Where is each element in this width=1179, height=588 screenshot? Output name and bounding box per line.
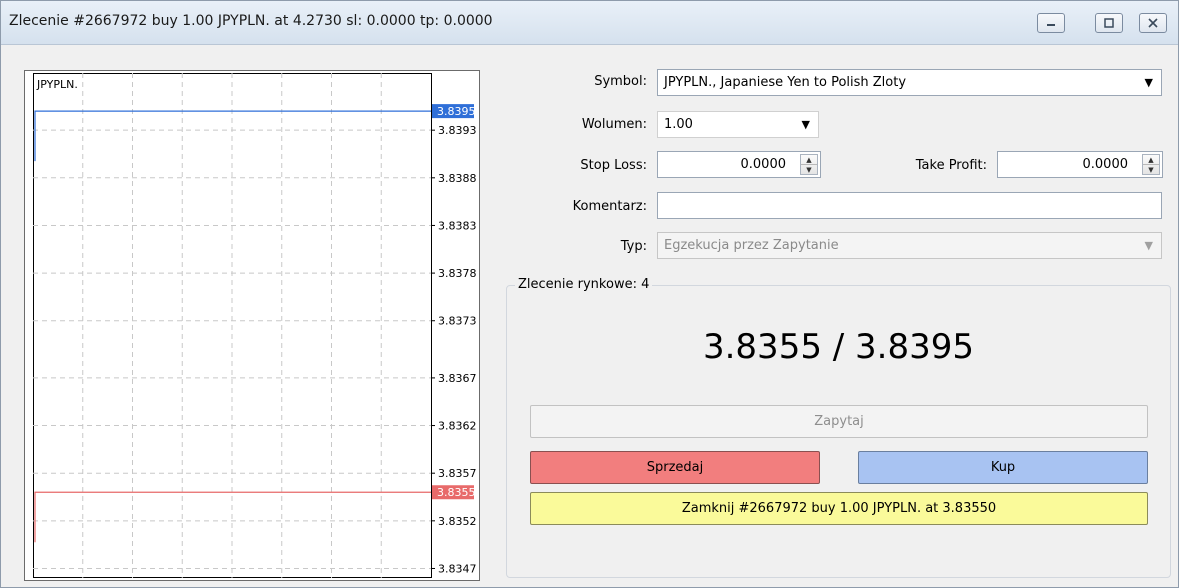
- take-profit-label: Take Profit:: [915, 158, 987, 173]
- close-order-button[interactable]: Zamknij #2667972 buy 1.00 JPYPLN. at 3.8…: [530, 492, 1148, 525]
- symbol-select[interactable]: JPYPLN., Japaniese Yen to Polish Zloty ▼: [657, 69, 1162, 96]
- stop-loss-label: Stop Loss:: [580, 158, 647, 173]
- ask-price-label: 3.8395: [437, 105, 476, 118]
- y-tick-label: 3.8378: [438, 267, 477, 280]
- spin-up-icon[interactable]: ▲: [1143, 155, 1159, 165]
- close-button[interactable]: [1139, 13, 1167, 33]
- comment-label: Komentarz:: [572, 199, 647, 214]
- volume-value: 1.00: [664, 117, 693, 132]
- window-title: Zlecenie #2667972 buy 1.00 JPYPLN. at 4.…: [9, 13, 493, 29]
- y-tick-label: 3.8393: [438, 124, 477, 137]
- comment-field[interactable]: [657, 192, 1162, 219]
- bid-ask-price: 3.8355 / 3.8395: [702, 327, 974, 367]
- stop-loss-field[interactable]: 0.0000 ▲ ▼: [657, 151, 821, 178]
- y-tick-label: 3.8357: [438, 467, 477, 480]
- tick-chart-frame: 3.8393 3.8388 3.8383 3.8378 3.8373 3.8367 3.83…: [24, 70, 480, 581]
- volume-label: Wolumen:: [581, 117, 647, 132]
- y-tick-label: 3.8362: [438, 420, 477, 433]
- symbol-label: Symbol:: [594, 74, 647, 89]
- spin-up-icon[interactable]: ▲: [801, 155, 817, 165]
- chevron-down-icon: ▼: [801, 118, 810, 131]
- close-icon: [1148, 18, 1158, 28]
- minimize-button[interactable]: [1037, 13, 1065, 33]
- type-select[interactable]: Egzekucja przez Zapytanie ▼: [657, 232, 1162, 259]
- buy-button[interactable]: Kup: [858, 451, 1148, 484]
- take-profit-stepper[interactable]: ▲ ▼: [1142, 154, 1160, 175]
- chart-symbol-label: JPYPLN.: [36, 78, 78, 91]
- y-tick-label: 3.8388: [438, 172, 477, 185]
- y-tick-label: 3.8352: [438, 515, 477, 528]
- spin-down-icon[interactable]: ▼: [1143, 165, 1159, 175]
- chevron-down-icon: ▼: [1144, 76, 1153, 89]
- minimize-icon: [1047, 24, 1055, 26]
- spin-down-icon[interactable]: ▼: [801, 165, 817, 175]
- maximize-icon: [1104, 18, 1114, 28]
- tick-chart[interactable]: 3.8393 3.8388 3.8383 3.8378 3.8373 3.8367 3.83…: [25, 71, 481, 582]
- take-profit-value: 0.0000: [1082, 157, 1129, 172]
- symbol-value: JPYPLN., Japaniese Yen to Polish Zloty: [664, 75, 907, 90]
- type-value: Egzekucja przez Zapytanie: [664, 238, 839, 253]
- stop-loss-stepper[interactable]: ▲ ▼: [800, 154, 818, 175]
- y-tick-label: 3.8367: [438, 372, 477, 385]
- order-window: Zlecenie #2667972 buy 1.00 JPYPLN. at 4.…: [0, 0, 1179, 588]
- market-order-title: Zlecenie rynkowe: 4: [515, 277, 653, 292]
- y-tick-label: 3.8347: [438, 562, 477, 575]
- sell-button[interactable]: Sprzedaj: [530, 451, 820, 484]
- y-tick-label: 3.8373: [438, 315, 477, 328]
- type-label: Typ:: [620, 239, 647, 254]
- volume-select[interactable]: 1.00 ▼: [657, 111, 819, 138]
- chevron-down-icon: ▼: [1144, 239, 1153, 252]
- maximize-button[interactable]: [1095, 13, 1123, 33]
- bid-price-label: 3.8355: [437, 486, 476, 499]
- take-profit-field[interactable]: 0.0000 ▲ ▼: [997, 151, 1163, 178]
- y-tick-label: 3.8383: [438, 219, 477, 232]
- title-bar[interactable]: Zlecenie #2667972 buy 1.00 JPYPLN. at 4.…: [1, 1, 1178, 45]
- stop-loss-value: 0.0000: [740, 157, 787, 172]
- request-button[interactable]: Zapytaj: [530, 405, 1148, 438]
